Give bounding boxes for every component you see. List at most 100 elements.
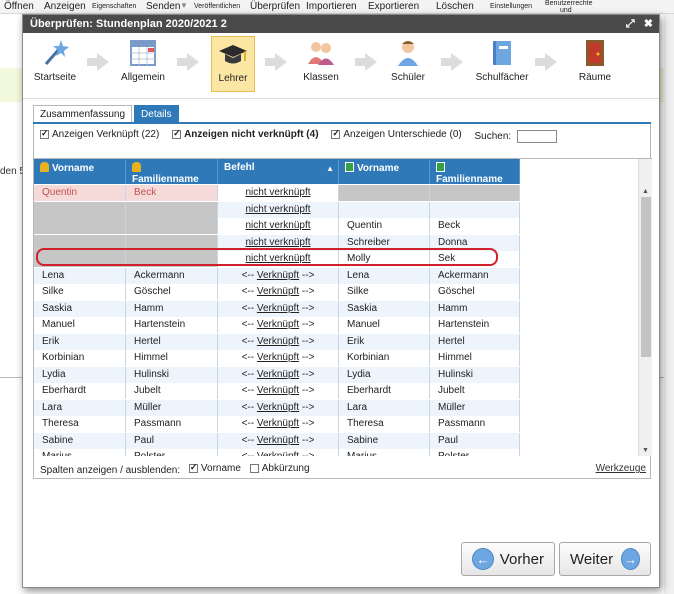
- close-icon[interactable]: ✖: [644, 18, 653, 30]
- command-cell[interactable]: <-- Verknüpft -->: [218, 333, 339, 350]
- link-command[interactable]: Verknüpft: [257, 451, 299, 456]
- table-row[interactable]: Silke Göschel <-- Verknüpft --> Silke Gösche…: [34, 284, 520, 300]
- table-row[interactable]: Eberhardt Jubelt <-- Verknüpft --> Eberhard…: [34, 383, 520, 399]
- link-command[interactable]: Verknüpft: [257, 286, 299, 297]
- step-allgemein[interactable]: Allgemein: [113, 36, 173, 83]
- header-left-last-name[interactable]: Familienname: [126, 159, 218, 185]
- table-row[interactable]: Lydia Hulinski <-- Verknüpft --> Lydia Hulin…: [34, 366, 520, 383]
- menu-loeschen[interactable]: Löschen: [436, 1, 474, 12]
- link-command[interactable]: Verknüpft: [257, 352, 299, 363]
- tab-details[interactable]: Details: [134, 105, 179, 123]
- menu-importieren[interactable]: Importieren: [306, 1, 357, 12]
- grid-scrollbar[interactable]: ▲ ▼: [638, 159, 652, 456]
- command-cell[interactable]: nicht verknüpft: [218, 251, 339, 267]
- command-cell[interactable]: <-- Verknüpft -->: [218, 284, 339, 300]
- menu-senden-chevron-icon[interactable]: ▼: [180, 1, 188, 10]
- step-lehrer[interactable]: Lehrer: [211, 36, 255, 92]
- tools-link[interactable]: Werkzeuge: [596, 463, 646, 474]
- header-command[interactable]: Befehl ▲: [218, 159, 339, 184]
- command-cell[interactable]: <-- Verknüpft -->: [218, 416, 339, 432]
- step-klassen[interactable]: Klassen: [291, 36, 351, 83]
- command-cell[interactable]: nicht verknüpft: [218, 218, 339, 234]
- link-command[interactable]: Verknüpft: [257, 369, 299, 380]
- command-cell[interactable]: <-- Verknüpft -->: [218, 350, 339, 366]
- link-command[interactable]: Verknüpft: [257, 418, 299, 429]
- menu-eigenschaften[interactable]: Eigenschaften: [92, 3, 136, 10]
- table-row[interactable]: Saskia Hamm <-- Verknüpft --> Saskia Hamm: [34, 300, 520, 317]
- table-row[interactable]: MariusPolster<-- Verknüpft -->MariusPols…: [34, 449, 520, 456]
- background-scrollbar[interactable]: [664, 14, 674, 594]
- search-input[interactable]: [516, 129, 557, 143]
- link-command[interactable]: Verknüpft: [257, 402, 299, 413]
- unlinked-command[interactable]: nicht verknüpft: [245, 253, 310, 264]
- step-startseite[interactable]: Startseite: [25, 36, 85, 83]
- next-button[interactable]: Weiter →: [559, 542, 651, 576]
- column-option-abbreviation[interactable]: Abkürzung: [249, 463, 310, 474]
- table-row[interactable]: nicht verknüpft Quentin Beck: [34, 218, 520, 234]
- unlinked-command[interactable]: nicht verknüpft: [245, 237, 310, 248]
- step-schulfaecher[interactable]: Schulfächer: [472, 36, 532, 83]
- filter-differences[interactable]: Anzeigen Unterschiede (0): [331, 128, 462, 140]
- dialog-titlebar[interactable]: Überprüfen: Stundenplan 2020/2021 2 ⤢ ✖: [23, 15, 659, 33]
- menu-veroeffentlichen[interactable]: Veröffentlichen: [194, 3, 240, 10]
- menu-benutzerrechte[interactable]: Benutzerrechte: [545, 0, 592, 7]
- command-cell[interactable]: nicht verknüpft: [218, 185, 339, 201]
- tab-zusammenfassung[interactable]: Zusammenfassung: [33, 105, 133, 123]
- table-row[interactable]: Sabine Paul <-- Verknüpft --> Sabine Paul: [34, 432, 520, 449]
- maximize-icon[interactable]: ⤢: [626, 18, 635, 30]
- header-right-last-name[interactable]: Familienname: [430, 159, 520, 185]
- sort-asc-icon[interactable]: ▲: [326, 164, 334, 173]
- unlinked-command[interactable]: nicht verknüpft: [245, 187, 310, 198]
- step-raeume[interactable]: Räume: [565, 36, 625, 83]
- scroll-up-icon[interactable]: ▲: [642, 188, 649, 195]
- table-row[interactable]: nicht verknüpft Schreiber Donna: [34, 234, 520, 251]
- command-cell[interactable]: <-- Verknüpft -->: [218, 366, 339, 383]
- command-cell[interactable]: <-- Verknüpft -->: [218, 383, 339, 399]
- abbreviation-checkbox[interactable]: [249, 464, 259, 473]
- filter-differences-checkbox[interactable]: [331, 128, 341, 139]
- table-row[interactable]: Quentin Beck nicht verknüpft: [34, 185, 520, 201]
- menu-einstellungen[interactable]: Einstellungen: [490, 3, 532, 10]
- unlinked-command[interactable]: nicht verknüpft: [245, 220, 310, 231]
- filter-linked[interactable]: Anzeigen Verknüpft (22): [40, 128, 159, 140]
- command-cell[interactable]: <-- Verknüpft -->: [218, 317, 339, 333]
- table-row[interactable]: Lara Müller <-- Verknüpft --> Lara Müller: [34, 399, 520, 416]
- command-cell[interactable]: nicht verknüpft: [218, 201, 339, 218]
- filter-not-linked[interactable]: Anzeigen nicht verknüpft (4): [172, 128, 319, 140]
- table-row[interactable]: Theresa Passmann <-- Verknüpft --> Theresa P…: [34, 416, 520, 432]
- menu-oeffnen[interactable]: Öffnen: [4, 1, 34, 12]
- column-option-first-name[interactable]: Vorname: [188, 462, 241, 474]
- table-row[interactable]: nicht verknüpft: [34, 201, 520, 218]
- link-command[interactable]: Verknüpft: [257, 385, 299, 396]
- scrollbar-thumb[interactable]: [641, 197, 651, 357]
- link-command[interactable]: Verknüpft: [257, 435, 299, 446]
- menu-senden[interactable]: Senden: [146, 1, 180, 12]
- menu-ueberpruefen[interactable]: Überprüfen: [250, 1, 300, 12]
- link-command[interactable]: Verknüpft: [257, 303, 299, 314]
- filter-linked-checkbox[interactable]: [40, 128, 49, 139]
- command-cell[interactable]: <-- Verknüpft -->: [218, 432, 339, 449]
- header-left-first-name[interactable]: Vorname: [34, 159, 126, 184]
- back-button[interactable]: ← Vorher: [461, 542, 555, 576]
- first-name-checkbox[interactable]: [188, 462, 198, 473]
- table-row[interactable]: Lena Ackermann <-- Verknüpft --> Lena Ackerm…: [34, 267, 520, 284]
- scroll-down-icon[interactable]: ▼: [642, 447, 649, 454]
- filter-not-linked-checkbox[interactable]: [172, 128, 182, 139]
- menu-exportieren[interactable]: Exportieren: [368, 1, 419, 12]
- unlinked-command[interactable]: nicht verknüpft: [245, 204, 310, 215]
- command-cell[interactable]: nicht verknüpft: [218, 234, 339, 251]
- link-command[interactable]: Verknüpft: [257, 319, 299, 330]
- table-row[interactable]: Manuel Hartenstein <-- Verknüpft --> Manuel…: [34, 317, 520, 333]
- table-row[interactable]: Korbinian Himmel <-- Verknüpft --> Korbinia…: [34, 350, 520, 366]
- header-right-first-name[interactable]: Vorname: [339, 159, 430, 184]
- command-cell[interactable]: <-- Verknüpft -->: [218, 449, 339, 456]
- step-schueler[interactable]: Schüler: [378, 36, 438, 83]
- command-cell[interactable]: <-- Verknüpft -->: [218, 399, 339, 416]
- table-row[interactable]: nicht verknüpft Molly Sek: [34, 251, 520, 267]
- link-command[interactable]: Verknüpft: [257, 270, 299, 281]
- command-cell[interactable]: <-- Verknüpft -->: [218, 300, 339, 317]
- command-cell[interactable]: <-- Verknüpft -->: [218, 267, 339, 284]
- table-row[interactable]: Erik Hertel <-- Verknüpft --> Erik Hertel: [34, 333, 520, 350]
- link-command[interactable]: Verknüpft: [257, 336, 299, 347]
- menu-anzeigen[interactable]: Anzeigen: [44, 1, 86, 12]
